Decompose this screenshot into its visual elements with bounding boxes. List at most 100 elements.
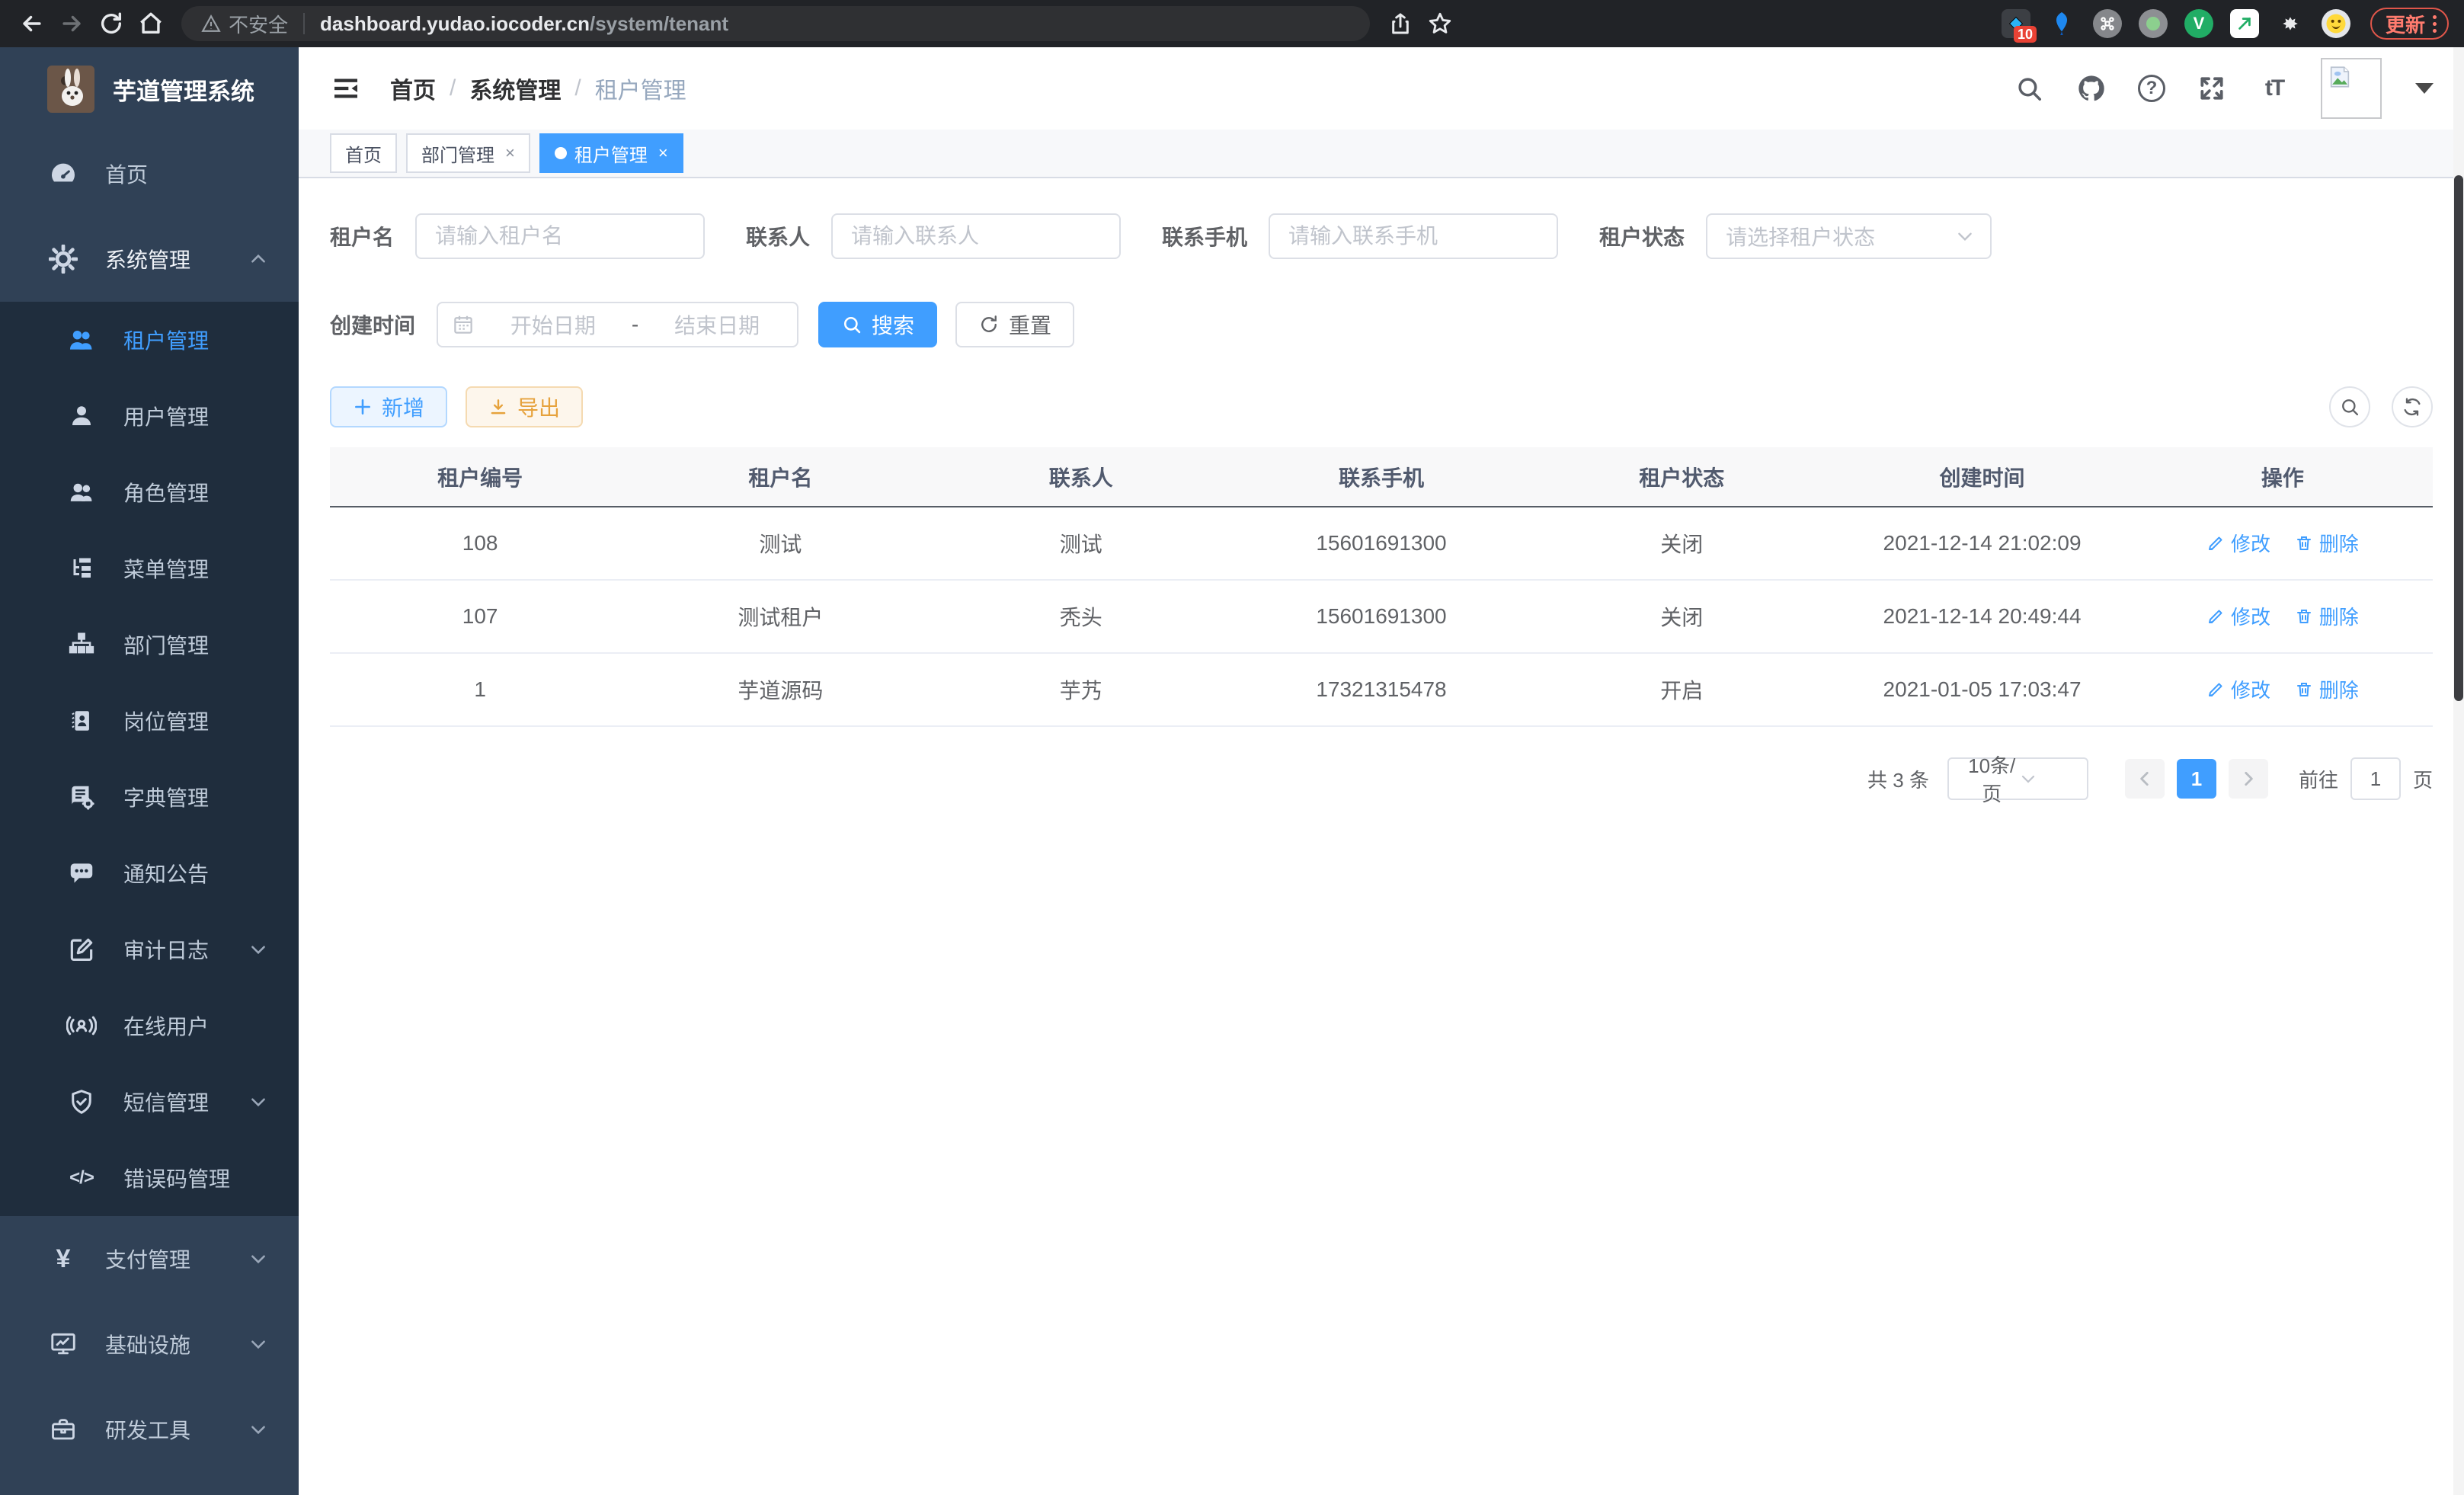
- sidebar-item-tenant[interactable]: 租户管理: [0, 302, 299, 378]
- sidebar-item-menu[interactable]: 菜单管理: [0, 530, 299, 607]
- reset-button[interactable]: 重置: [955, 302, 1074, 347]
- delete-link[interactable]: 删除: [2295, 675, 2359, 703]
- sidebar-item-errcode[interactable]: </> 错误码管理: [0, 1140, 299, 1216]
- status-select[interactable]: 请选择租户状态: [1706, 213, 1992, 259]
- tag-tabs-bar: 首页 部门管理 × 租户管理 ×: [299, 130, 2464, 178]
- cell-mobile: 17321315478: [1231, 653, 1531, 726]
- sidebar-item-home[interactable]: 首页: [0, 131, 299, 216]
- sidebar-item-post[interactable]: 岗位管理: [0, 683, 299, 759]
- delete-link[interactable]: 删除: [2295, 529, 2359, 557]
- extension-kite-icon[interactable]: [2047, 9, 2076, 38]
- extension-paw-icon[interactable]: [2276, 9, 2305, 38]
- sidebar-item-system[interactable]: 系统管理: [0, 216, 299, 302]
- avatar[interactable]: [2321, 58, 2382, 119]
- tab-tenant[interactable]: 租户管理 ×: [539, 133, 683, 173]
- close-icon[interactable]: ×: [505, 143, 515, 163]
- status-label: 租户状态: [1599, 221, 1685, 251]
- breadcrumb-section[interactable]: 系统管理: [469, 72, 561, 105]
- browser-menu-icon[interactable]: [2433, 15, 2437, 33]
- status-placeholder: 请选择租户状态: [1726, 221, 1955, 251]
- fullscreen-icon[interactable]: [2196, 72, 2228, 104]
- sidebar-item-role[interactable]: 角色管理: [0, 454, 299, 530]
- font-size-icon[interactable]: tT: [2258, 72, 2290, 104]
- edit-link[interactable]: 修改: [2206, 675, 2270, 703]
- cell-created: 2021-12-14 21:02:09: [1832, 507, 2132, 580]
- table-refresh-button[interactable]: [2392, 386, 2433, 427]
- breadcrumb-separator: /: [450, 75, 456, 101]
- sidebar-item-label: 短信管理: [123, 1087, 209, 1117]
- sidebar-item-user[interactable]: 用户管理: [0, 378, 299, 454]
- extension-spark-icon[interactable]: [2230, 9, 2259, 38]
- contact-input[interactable]: [831, 213, 1121, 259]
- tab-label: 租户管理: [574, 140, 648, 167]
- forward-icon[interactable]: [55, 7, 88, 40]
- sidebar: 芋道管理系统 首页 系统管理 租户管理: [0, 47, 299, 1495]
- help-icon[interactable]: ?: [2138, 75, 2165, 102]
- prev-page-button[interactable]: [2125, 759, 2165, 799]
- share-icon[interactable]: [1384, 7, 1417, 40]
- table-search-toggle-button[interactable]: [2329, 386, 2370, 427]
- close-icon[interactable]: ×: [658, 143, 668, 163]
- top-navbar: 首页 / 系统管理 / 租户管理 ? tT: [299, 47, 2464, 130]
- extension-blue-badge-icon[interactable]: 10: [2002, 9, 2030, 38]
- broken-image-icon: [2327, 64, 2353, 90]
- tab-home[interactable]: 首页: [330, 133, 397, 173]
- mobile-input[interactable]: [1269, 213, 1558, 259]
- sidebar-item-infra[interactable]: 基础设施: [0, 1301, 299, 1387]
- extension-record-icon[interactable]: [2139, 9, 2168, 38]
- add-button[interactable]: 新增: [330, 386, 447, 427]
- tab-label: 部门管理: [421, 140, 494, 167]
- scrollbar-thumb[interactable]: [2454, 175, 2463, 701]
- sidebar-item-pay[interactable]: ¥ 支付管理: [0, 1216, 299, 1301]
- avatar-caret-icon[interactable]: [2415, 83, 2434, 94]
- page-number-current[interactable]: 1: [2177, 759, 2216, 799]
- page-size-select[interactable]: 10条/页: [1947, 757, 2088, 800]
- user-icon: [66, 400, 98, 432]
- breadcrumb-home[interactable]: 首页: [390, 72, 436, 105]
- extension-vue-icon[interactable]: V: [2184, 9, 2213, 38]
- search-icon: [2339, 396, 2360, 418]
- sidebar-item-online[interactable]: 在线用户: [0, 988, 299, 1064]
- sidebar-item-label: 基础设施: [105, 1329, 190, 1359]
- pencil-icon: [2206, 680, 2225, 699]
- cell-created: 2021-01-05 17:03:47: [1832, 653, 2132, 726]
- delete-link[interactable]: 删除: [2295, 602, 2359, 630]
- chevron-down-icon: [2019, 770, 2075, 788]
- sidebar-item-dev[interactable]: 研发工具: [0, 1387, 299, 1472]
- edit-link[interactable]: 修改: [2206, 529, 2270, 557]
- search-button[interactable]: 搜索: [818, 302, 937, 347]
- tab-dept[interactable]: 部门管理 ×: [406, 133, 530, 173]
- tab-label: 首页: [345, 140, 382, 167]
- reload-icon[interactable]: [94, 7, 128, 40]
- not-secure-warning[interactable]: 不安全: [201, 10, 288, 38]
- sidebar-item-sms[interactable]: 短信管理: [0, 1064, 299, 1140]
- tenant-name-input[interactable]: [415, 213, 705, 259]
- menu-tree-icon: [66, 552, 98, 584]
- badge-icon: [66, 705, 98, 737]
- app-logo: [47, 66, 94, 113]
- page-scrollbar[interactable]: [2453, 47, 2464, 1495]
- logo-row[interactable]: 芋道管理系统: [0, 47, 299, 131]
- mobile-label: 联系手机: [1162, 221, 1247, 251]
- edit-link[interactable]: 修改: [2206, 602, 2270, 630]
- extension-command-icon[interactable]: [2093, 9, 2122, 38]
- sidebar-toggle-icon[interactable]: [329, 72, 363, 105]
- export-button[interactable]: 导出: [466, 386, 583, 427]
- sidebar-item-dict[interactable]: 字典管理: [0, 759, 299, 835]
- sidebar-item-dept[interactable]: 部门管理: [0, 607, 299, 683]
- create-time-label: 创建时间: [330, 309, 415, 340]
- github-icon[interactable]: [2075, 72, 2107, 104]
- home-icon[interactable]: [134, 7, 168, 40]
- url-bar[interactable]: 不安全 dashboard.yudao.iocoder.cn/system/te…: [181, 6, 1370, 41]
- update-button[interactable]: 更新: [2370, 8, 2449, 40]
- date-range-picker[interactable]: 开始日期 - 结束日期: [437, 302, 798, 347]
- sidebar-item-notice[interactable]: 通知公告: [0, 835, 299, 911]
- chevron-down-icon: [248, 1334, 268, 1354]
- profile-avatar-emoji[interactable]: [2322, 9, 2350, 38]
- next-page-button[interactable]: [2229, 759, 2268, 799]
- goto-page-input[interactable]: [2350, 757, 2401, 800]
- back-icon[interactable]: [15, 7, 49, 40]
- sidebar-item-audit[interactable]: 审计日志: [0, 911, 299, 988]
- search-icon[interactable]: [2013, 72, 2045, 104]
- bookmark-star-icon[interactable]: [1423, 7, 1457, 40]
